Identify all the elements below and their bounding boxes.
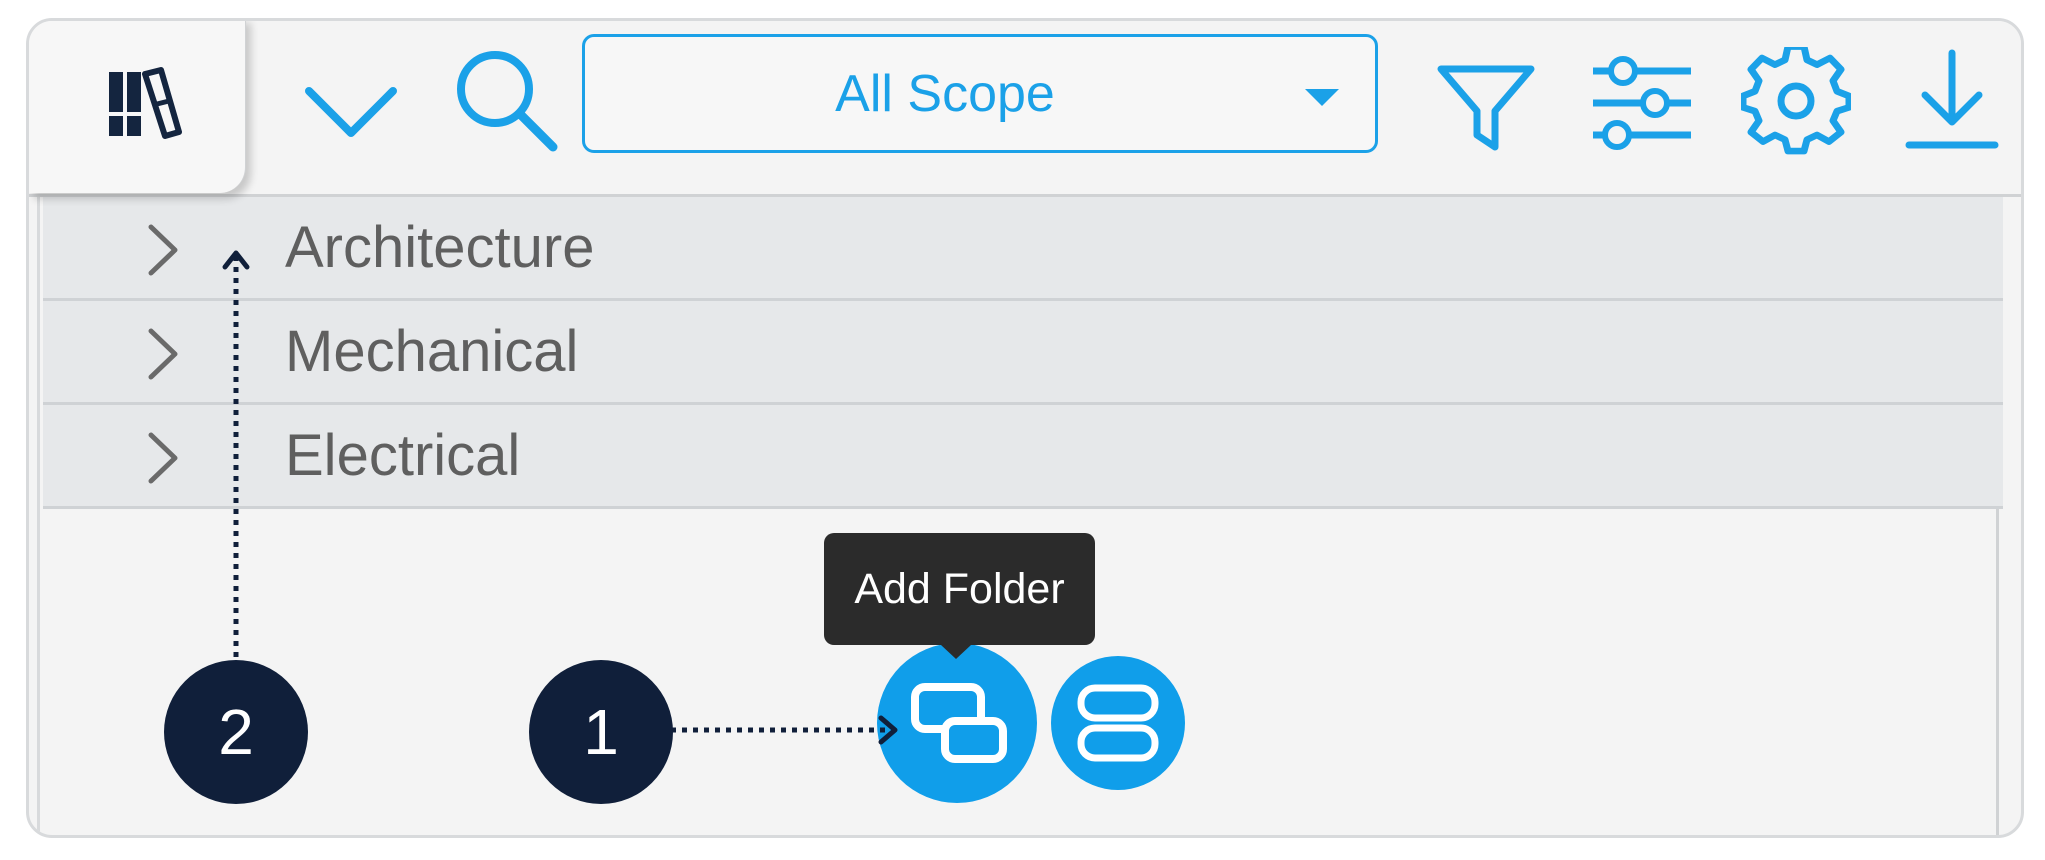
callout-one: 1	[529, 660, 673, 804]
library-books-icon	[109, 67, 182, 139]
tooltip-arrow	[941, 645, 971, 659]
annotation-arrows	[222, 250, 898, 745]
add-folder-tooltip: Add Folder	[824, 533, 1095, 645]
library-tab[interactable]	[29, 21, 246, 193]
library-panel: All Scope Architecture Mechanical Electr…	[26, 18, 2024, 838]
callout-two: 2	[164, 660, 308, 804]
